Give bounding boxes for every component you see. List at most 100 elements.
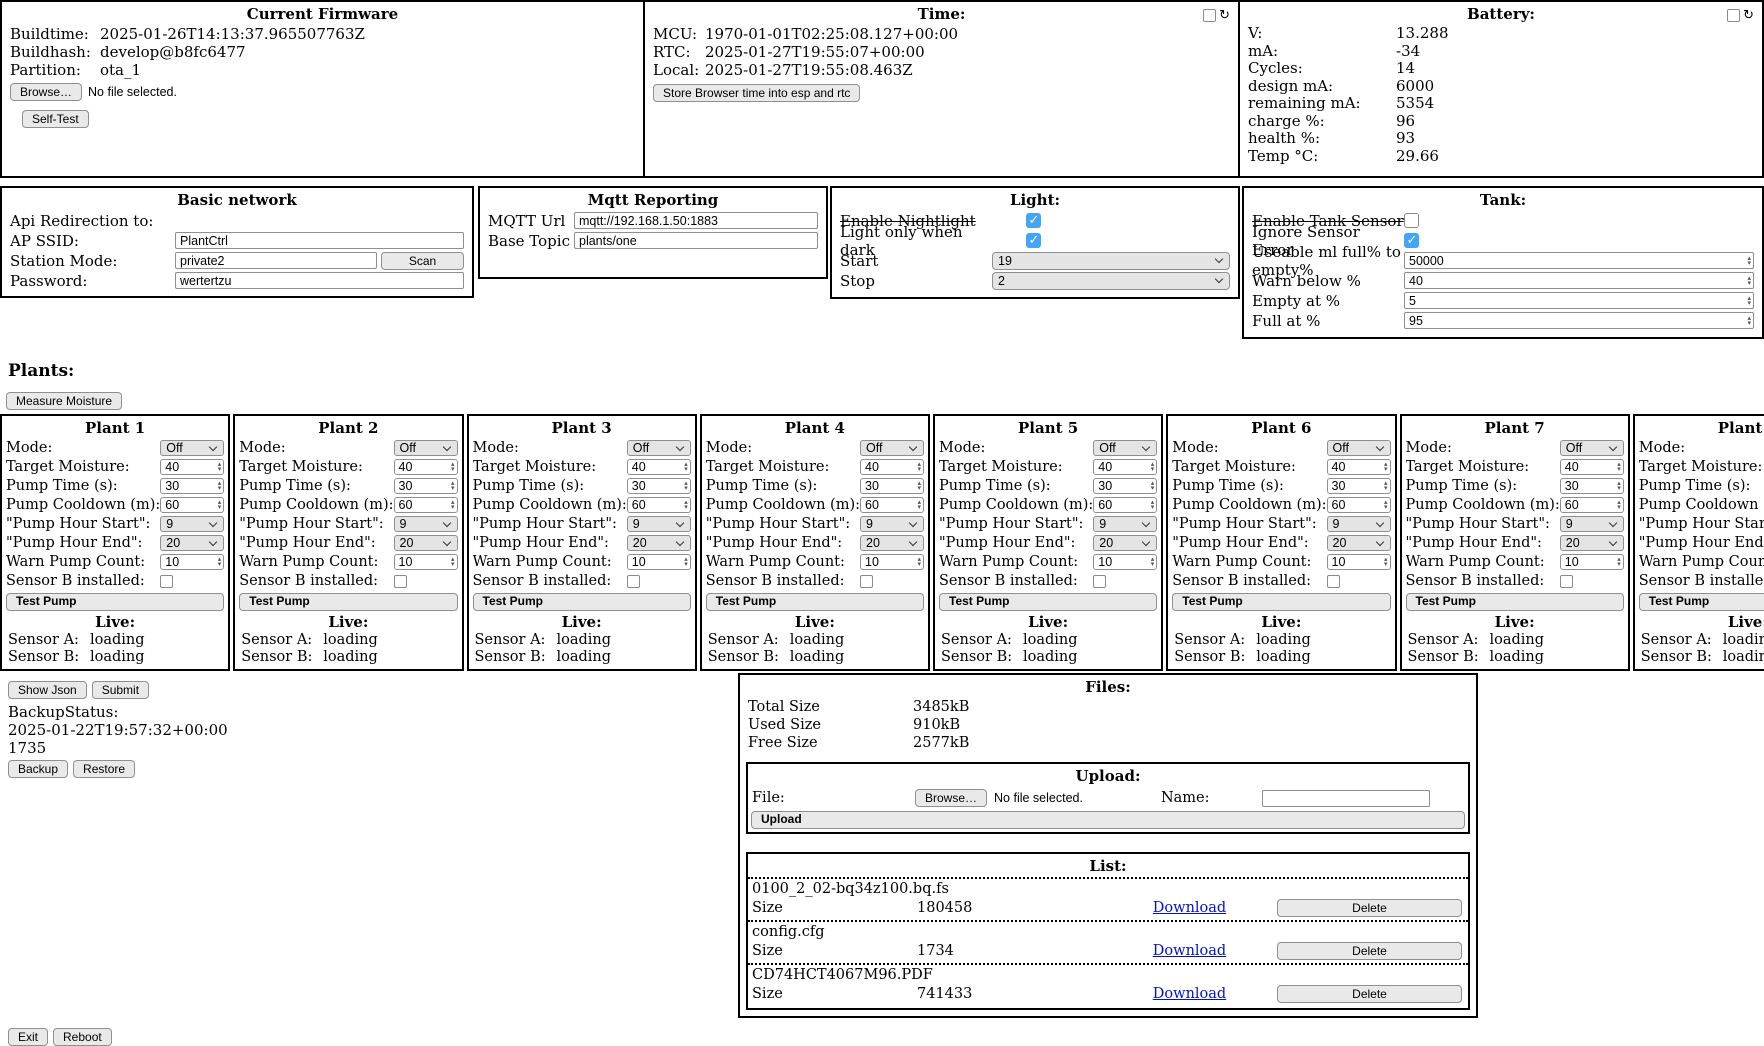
warn-pump-count-input[interactable]: 10 ▴▾: [1560, 554, 1624, 570]
self-test-button[interactable]: Self-Test: [22, 110, 89, 128]
pump-time-input[interactable]: 30 ▴▾: [160, 478, 224, 494]
submit-button[interactable]: Submit: [92, 681, 149, 699]
sensor-b-installed-checkbox[interactable]: [860, 575, 873, 588]
backup-button[interactable]: Backup: [8, 760, 68, 778]
pump-hour-start-select[interactable]: 9: [860, 516, 924, 532]
enable-tank-sensor-checkbox[interactable]: [1404, 213, 1419, 228]
sensor-b-installed-checkbox[interactable]: [1560, 575, 1573, 588]
pump-hour-end-select[interactable]: 20: [1560, 535, 1624, 551]
target-moisture-input[interactable]: 40 ▴▾: [394, 459, 458, 475]
pump-hour-start-select[interactable]: 9: [1327, 516, 1391, 532]
full-at-input[interactable]: 95 ▴▾: [1404, 312, 1754, 329]
pump-hour-start-select[interactable]: 9: [160, 516, 224, 532]
enable-nightlight-checkbox[interactable]: [1026, 213, 1041, 228]
delete-button[interactable]: Delete: [1277, 942, 1462, 960]
warn-pump-count-input[interactable]: 10 ▴▾: [1093, 554, 1157, 570]
test-pump-button[interactable]: Test Pump: [1172, 593, 1390, 611]
reboot-button[interactable]: Reboot: [53, 1028, 112, 1046]
restore-button[interactable]: Restore: [73, 760, 135, 778]
target-moisture-input[interactable]: 40 ▴▾: [627, 459, 691, 475]
target-moisture-input[interactable]: 40 ▴▾: [1560, 459, 1624, 475]
sensor-b-installed-checkbox[interactable]: [160, 575, 173, 588]
warn-pump-count-input[interactable]: 10 ▴▾: [860, 554, 924, 570]
ap-ssid-input[interactable]: [175, 232, 464, 249]
warn-pump-count-input[interactable]: 10 ▴▾: [1327, 554, 1391, 570]
upload-button[interactable]: Upload: [751, 811, 1465, 829]
light-only-when-dark-checkbox[interactable]: [1026, 233, 1041, 248]
pump-cooldown-input[interactable]: 60 ▴▾: [394, 497, 458, 513]
pump-cooldown-input[interactable]: 60 ▴▾: [160, 497, 224, 513]
warn-pump-count-input[interactable]: 10 ▴▾: [160, 554, 224, 570]
upload-name-input[interactable]: [1262, 790, 1430, 807]
pump-time-input[interactable]: 30 ▴▾: [1560, 478, 1624, 494]
pump-hour-end-select[interactable]: 20: [394, 535, 458, 551]
target-moisture-input[interactable]: 40 ▴▾: [1327, 459, 1391, 475]
battery-autorefresh-checkbox[interactable]: [1727, 9, 1740, 22]
empty-at-input[interactable]: 5 ▴▾: [1404, 292, 1754, 309]
mqtt-url-input[interactable]: [574, 212, 818, 229]
warn-pump-count-input[interactable]: 10 ▴▾: [627, 554, 691, 570]
pump-time-input[interactable]: 30 ▴▾: [394, 478, 458, 494]
test-pump-button[interactable]: Test Pump: [1406, 593, 1624, 611]
measure-moisture-button[interactable]: Measure Moisture: [6, 392, 122, 410]
download-link[interactable]: Download: [1153, 943, 1226, 959]
target-moisture-input[interactable]: 40 ▴▾: [1093, 459, 1157, 475]
pump-hour-end-select[interactable]: 20: [627, 535, 691, 551]
exit-button[interactable]: Exit: [8, 1028, 48, 1046]
sensor-b-installed-checkbox[interactable]: [1093, 575, 1106, 588]
mode-select[interactable]: Off: [1093, 440, 1157, 456]
password-input[interactable]: [175, 272, 464, 289]
mode-select[interactable]: Off: [1327, 440, 1391, 456]
refresh-icon[interactable]: ↻: [1743, 9, 1754, 22]
pump-cooldown-input[interactable]: 60 ▴▾: [1327, 497, 1391, 513]
pump-cooldown-input[interactable]: 60 ▴▾: [860, 497, 924, 513]
delete-button[interactable]: Delete: [1277, 985, 1462, 1003]
pump-hour-start-select[interactable]: 9: [627, 516, 691, 532]
show-json-button[interactable]: Show Json: [8, 681, 87, 699]
pump-time-input[interactable]: 30 ▴▾: [627, 478, 691, 494]
target-moisture-input[interactable]: 40 ▴▾: [860, 459, 924, 475]
firmware-browse-button[interactable]: Browse…: [10, 83, 82, 101]
warn-pump-count-input[interactable]: 10 ▴▾: [394, 554, 458, 570]
time-autorefresh-checkbox[interactable]: [1203, 9, 1216, 22]
pump-hour-start-select[interactable]: 9: [1560, 516, 1624, 532]
light-stop-select[interactable]: 2: [992, 272, 1230, 290]
download-link[interactable]: Download: [1153, 986, 1226, 1002]
test-pump-button[interactable]: Test Pump: [239, 593, 457, 611]
test-pump-button[interactable]: Test Pump: [6, 593, 224, 611]
sensor-b-installed-checkbox[interactable]: [394, 575, 407, 588]
upload-browse-button[interactable]: Browse…: [915, 789, 987, 807]
pump-time-input[interactable]: 30 ▴▾: [860, 478, 924, 494]
pump-hour-end-select[interactable]: 20: [1093, 535, 1157, 551]
test-pump-button[interactable]: Test Pump: [939, 593, 1157, 611]
mode-select[interactable]: Off: [860, 440, 924, 456]
sensor-b-installed-checkbox[interactable]: [627, 575, 640, 588]
mode-select[interactable]: Off: [160, 440, 224, 456]
test-pump-button[interactable]: Test Pump: [1639, 593, 1764, 611]
light-start-select[interactable]: 19: [992, 252, 1230, 270]
base-topic-input[interactable]: [574, 232, 818, 249]
store-browser-time-button[interactable]: Store Browser time into esp and rtc: [653, 84, 860, 102]
ignore-sensor-error-checkbox[interactable]: [1404, 233, 1419, 248]
pump-hour-end-select[interactable]: 20: [160, 535, 224, 551]
pump-hour-start-select[interactable]: 9: [1093, 516, 1157, 532]
pump-cooldown-input[interactable]: 60 ▴▾: [1093, 497, 1157, 513]
useable-ml-input[interactable]: 50000 ▴▾: [1404, 252, 1754, 269]
test-pump-button[interactable]: Test Pump: [473, 593, 691, 611]
mode-select[interactable]: Off: [627, 440, 691, 456]
pump-hour-end-select[interactable]: 20: [1327, 535, 1391, 551]
warn-below-input[interactable]: 40 ▴▾: [1404, 272, 1754, 289]
mode-select[interactable]: Off: [394, 440, 458, 456]
pump-cooldown-input[interactable]: 60 ▴▾: [627, 497, 691, 513]
target-moisture-input[interactable]: 40 ▴▾: [160, 459, 224, 475]
mode-select[interactable]: Off: [1560, 440, 1624, 456]
pump-hour-start-select[interactable]: 9: [394, 516, 458, 532]
pump-cooldown-input[interactable]: 60 ▴▾: [1560, 497, 1624, 513]
delete-button[interactable]: Delete: [1277, 899, 1462, 917]
pump-hour-end-select[interactable]: 20: [860, 535, 924, 551]
refresh-icon[interactable]: ↻: [1219, 9, 1230, 22]
sensor-b-installed-checkbox[interactable]: [1327, 575, 1340, 588]
scan-button[interactable]: Scan: [381, 252, 464, 270]
station-mode-input[interactable]: [175, 252, 377, 269]
pump-time-input[interactable]: 30 ▴▾: [1327, 478, 1391, 494]
